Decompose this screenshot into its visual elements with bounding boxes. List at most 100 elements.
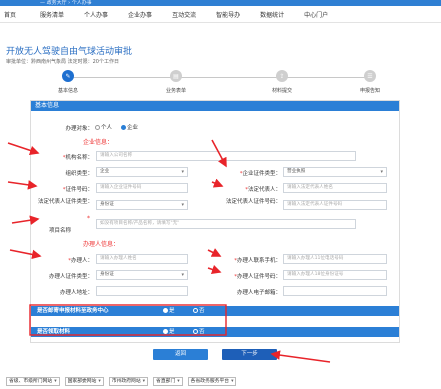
agent-id-type-value: 身份证 <box>100 272 114 277</box>
next-step-button[interactable]: 下一步 <box>222 349 277 360</box>
chevron-down-icon: ▾ <box>181 169 184 175</box>
receive-yes-radio[interactable]: 是 <box>163 327 175 337</box>
page-title: 开放无人驾驶自由气球活动审批 <box>6 47 133 57</box>
upload-icon: ⇪ <box>276 70 288 82</box>
id-number-input[interactable]: 请输入企业证件号码 <box>96 183 188 193</box>
project-name-input[interactable]: 如没有项目名称/产品名称，请填写"无" <box>96 219 356 229</box>
agent-id-number-input[interactable]: 请输入办理人18位身份证号 <box>283 270 387 280</box>
radio-label: 否 <box>199 329 205 335</box>
legal-rep-input[interactable]: 请输入法定代表人姓名 <box>283 183 387 193</box>
legal-rep-label: 法定代表人： <box>247 187 281 193</box>
agent-address-label: 办理人地址： <box>59 290 93 296</box>
chevron-down-icon: ▾ <box>380 169 383 175</box>
chevron-down-icon: ▾ <box>54 378 57 384</box>
footer-select-departments[interactable]: 省直部门 ▾ <box>153 376 183 386</box>
receive-no-radio[interactable]: 否 <box>193 327 205 337</box>
radio-dot <box>121 125 126 130</box>
footer-select-ministries[interactable]: 国家部委网站 ▾ <box>64 376 104 386</box>
mail-to-center-bar: 是否邮寄申报材料至政务中心 是 否 <box>31 306 399 316</box>
required-mark: * <box>87 215 90 222</box>
receive-materials-bar: 是否领取材料 是 否 <box>31 327 399 337</box>
agent-phone-input[interactable]: 请输入办理人11位电话号码 <box>283 254 387 264</box>
org-name-input[interactable]: 请输入公司名称 <box>96 151 356 161</box>
radio-dot <box>95 125 100 130</box>
legal-id-number-label: 法定代表人证件号码： <box>225 199 281 205</box>
nav-personal[interactable]: 个人办事 <box>84 10 108 19</box>
footer-select-label: 市州政府网站 <box>111 378 141 384</box>
progress-steps: ✎ 基本信息 ▤ 业务表单 ⇪ 材料提交 ☰ 申报告知 <box>28 70 418 100</box>
chevron-down-icon: ▾ <box>177 378 180 384</box>
chevron-down-icon: ▾ <box>231 378 234 384</box>
footer-select-provincial[interactable]: 省级、市级所门网站 ▾ <box>6 376 60 386</box>
nav-interaction[interactable]: 互动交流 <box>172 10 196 19</box>
top-strip: — 政务大厅 › 个人办事 <box>0 0 441 6</box>
legal-id-type-label: 法定代表人证件类型： <box>37 199 93 205</box>
nav-center-portal[interactable]: 中心门户 <box>304 10 328 19</box>
section-header: 基本信息 <box>31 101 399 111</box>
footer-select-platforms[interactable]: 各省政务服务平台 ▾ <box>187 376 237 386</box>
org-type-value: 企业 <box>100 169 110 174</box>
nav-statistics[interactable]: 数据统计 <box>260 10 284 19</box>
step-business-form[interactable]: ▤ 业务表单 <box>146 70 206 94</box>
agent-name-input[interactable]: 请输入办理人姓名 <box>96 254 188 264</box>
radio-dot <box>193 308 198 313</box>
company-id-type-value: 营业执照 <box>287 169 306 174</box>
edit-icon: ✎ <box>62 70 74 82</box>
radio-label: 个人 <box>101 125 113 131</box>
nav-service-list[interactable]: 服务清单 <box>40 10 64 19</box>
agent-email-input[interactable] <box>283 286 387 296</box>
mail-yes-radio[interactable]: 是 <box>163 306 175 316</box>
nav-enterprise[interactable]: 企业办事 <box>128 10 152 19</box>
step-label: 基本信息 <box>57 88 78 94</box>
radio-dot <box>163 329 168 334</box>
page-subtitle: 审批单位：黔西南州气象局 法定时限：20个工作日 <box>6 59 119 65</box>
agent-id-type-label: 办理人证件类型： <box>48 274 93 280</box>
radio-label: 是 <box>169 308 175 314</box>
receive-materials-label: 是否领取材料 <box>37 329 71 335</box>
project-name-label: 项目名称 <box>48 228 71 234</box>
radio-personal[interactable]: 个人 <box>95 123 112 131</box>
steps-track <box>70 77 370 78</box>
radio-label: 企业 <box>127 125 139 131</box>
footer-links: 省级、市级所门网站 ▾ 国家部委网站 ▾ 市州政府网站 ▾ 省直部门 ▾ 各省政务服务平… <box>0 375 441 387</box>
nav-divider <box>0 22 441 23</box>
agent-id-type-select[interactable]: 身份证 ▾ <box>96 270 188 280</box>
chevron-down-icon: ▾ <box>181 202 184 208</box>
radio-dot <box>193 329 198 334</box>
legal-id-type-select[interactable]: 身份证 ▾ <box>96 200 188 210</box>
org-type-label: 组织类型： <box>65 171 93 177</box>
id-number-label: 证件号码： <box>65 187 93 193</box>
footer-select-label: 省直部门 <box>156 378 176 384</box>
chevron-down-icon: ▾ <box>181 272 184 278</box>
agent-email-label: 办理人电子邮箱： <box>236 290 281 296</box>
footer-select-label: 各省政务服务平台 <box>190 378 230 384</box>
chevron-down-icon: ▾ <box>142 378 146 384</box>
footer-select-city[interactable]: 市州政府网站 ▾ <box>108 376 149 386</box>
mail-no-radio[interactable]: 否 <box>193 306 205 316</box>
agent-phone-label: 办理人联系手机： <box>236 258 281 264</box>
footer-select-label: 国家部委网站 <box>67 378 97 384</box>
applicant-type-label: 办理对象： <box>65 126 93 132</box>
company-info-heading: 企业信息： <box>83 139 114 146</box>
nav-home[interactable]: 首页 <box>4 10 16 19</box>
back-button[interactable]: 返回 <box>153 349 208 360</box>
step-notice[interactable]: ☰ 申报告知 <box>340 70 400 94</box>
org-name-label: 机构名称： <box>65 155 93 161</box>
radio-dot <box>163 308 168 313</box>
org-type-select[interactable]: 企业 ▾ <box>96 167 188 177</box>
radio-enterprise[interactable]: 企业 <box>121 123 138 131</box>
step-label: 材料提交 <box>271 88 292 94</box>
agent-id-number-label: 办理人证件号码： <box>236 274 281 280</box>
agent-address-input[interactable] <box>96 286 188 296</box>
step-basic-info[interactable]: ✎ 基本信息 <box>38 70 98 94</box>
notice-icon: ☰ <box>364 70 376 82</box>
company-id-type-select[interactable]: 营业执照 ▾ <box>283 167 387 177</box>
legal-id-type-value: 身份证 <box>100 202 114 207</box>
annotation-arrow <box>270 350 331 363</box>
step-materials[interactable]: ⇪ 材料提交 <box>252 70 312 94</box>
company-id-type-label: 企业证件类型： <box>242 171 281 177</box>
radio-label: 否 <box>199 308 205 314</box>
legal-id-number-input[interactable]: 请输入法定代表人证件号码 <box>283 200 387 210</box>
agent-name-label: 办理人： <box>70 258 93 264</box>
nav-smart-guide[interactable]: 智能导办 <box>216 10 240 19</box>
